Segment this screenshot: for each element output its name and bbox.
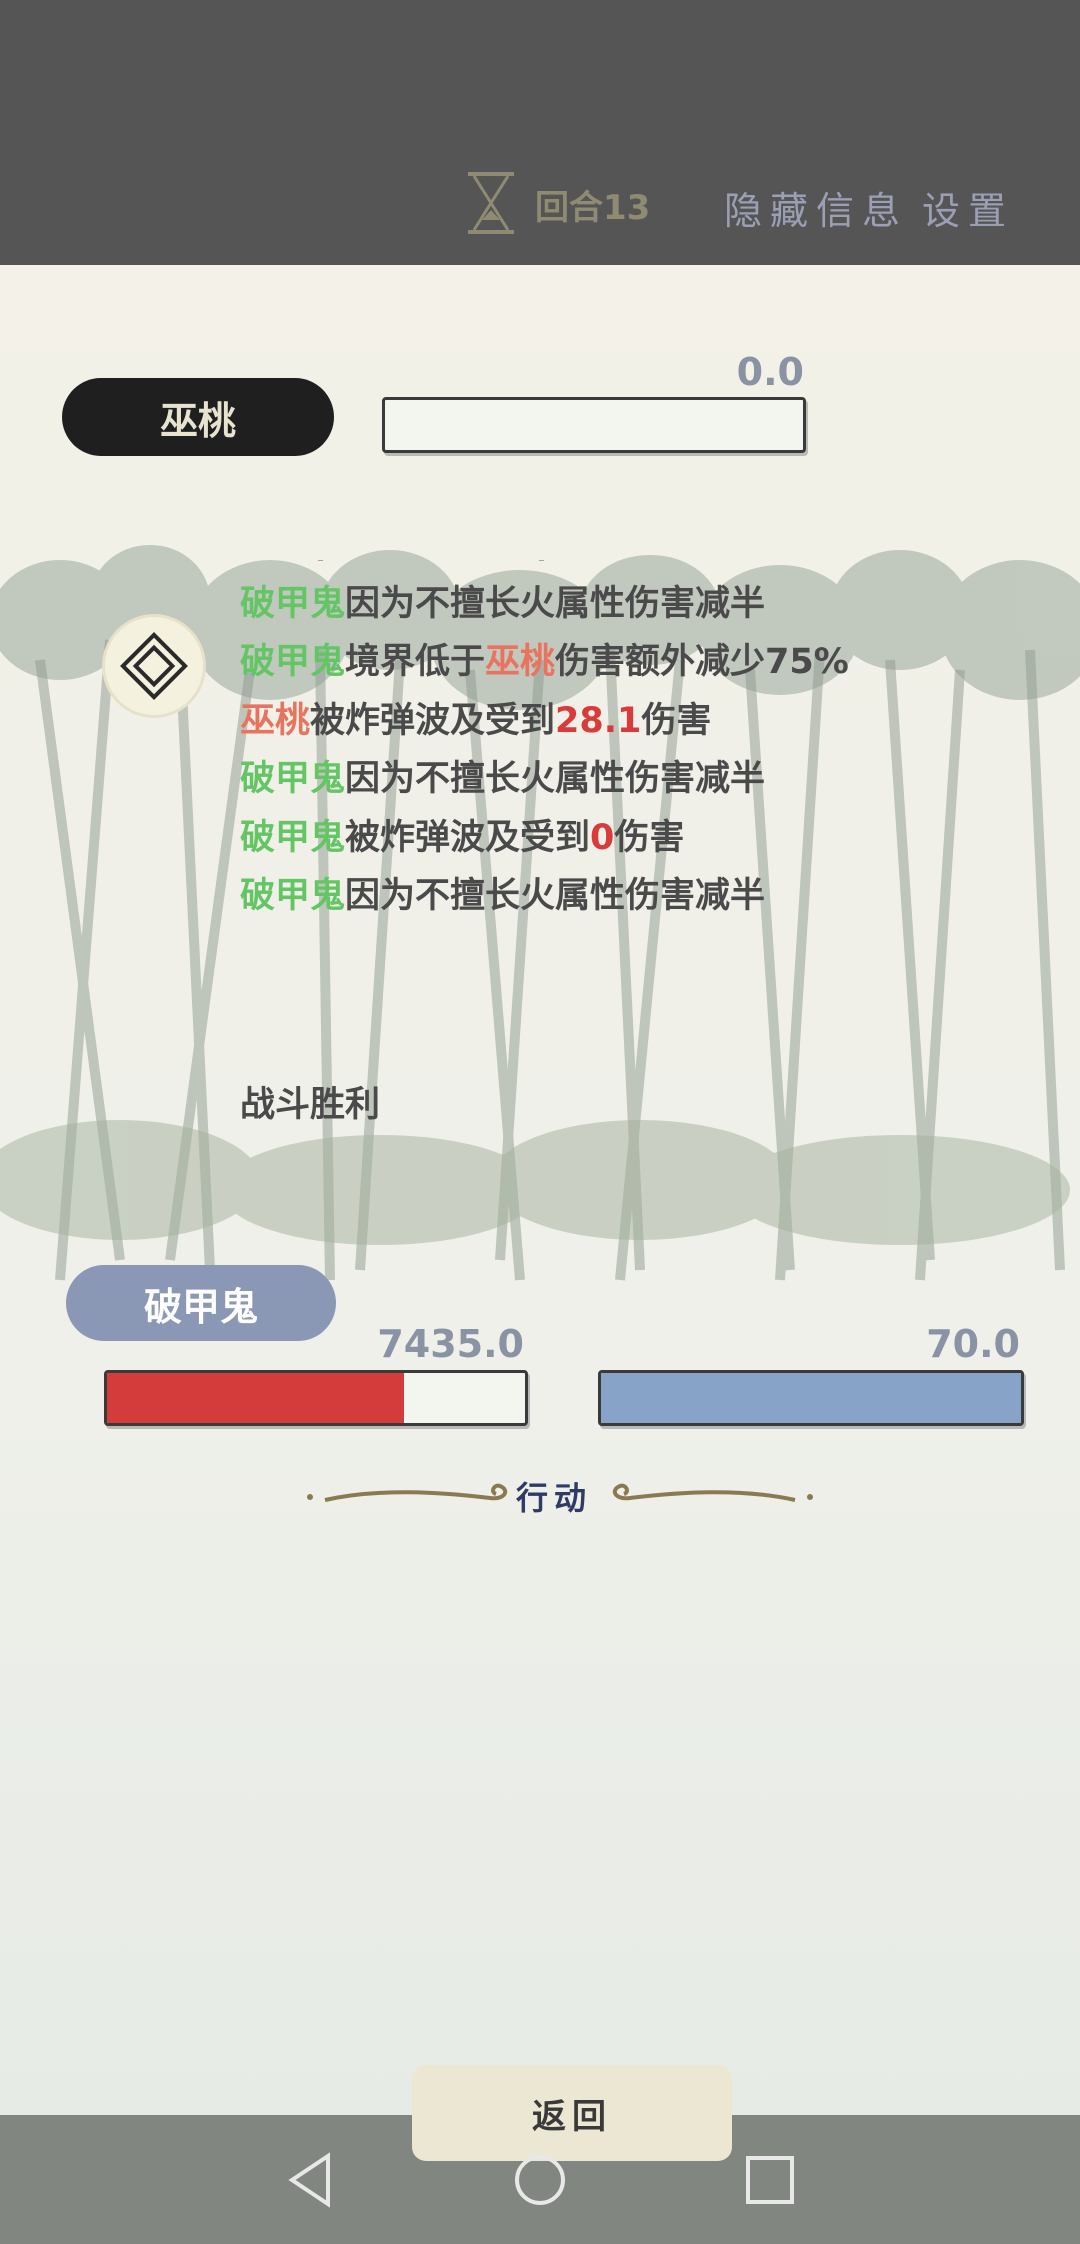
- log-segment: 伤害额外减少75%: [555, 642, 849, 682]
- settings-button[interactable]: 设置: [922, 180, 1014, 235]
- log-line: 破甲鬼因为不擅长火属性伤害减半: [240, 575, 1040, 634]
- log-segment: 境界低于: [345, 642, 486, 682]
- log-segment: 伤害: [641, 700, 712, 741]
- battle-result-text: 战斗胜利: [240, 1085, 381, 1125]
- player-bar-value: 0.0: [736, 350, 804, 394]
- status-bar: [0, 0, 1080, 16]
- log-segment: 巫桃: [240, 700, 311, 741]
- log-segment: 破甲鬼: [240, 876, 346, 916]
- log-line: 破甲鬼因为不擅长火属性伤害减半: [240, 867, 1040, 920]
- enemy-name-badge: 破甲鬼: [66, 1265, 336, 1341]
- battle-log: 伤害(无视障碍防御) 破甲鬼因为不擅长火属性伤害减半破甲鬼境界低于巫桃伤害额外减…: [240, 560, 1040, 920]
- action-label: 行动: [516, 1479, 593, 1517]
- log-segment: 因为不擅长火属性伤害减半: [345, 759, 766, 799]
- diamond-skill-icon[interactable]: [105, 617, 203, 715]
- enemy-second-value: 70.0: [926, 1322, 1020, 1366]
- log-segment: 破甲鬼: [240, 817, 346, 858]
- enemy-hp-bar: [104, 1370, 528, 1426]
- log-segment: 28.1: [555, 700, 642, 741]
- log-segment: 被炸弹波及受到: [345, 817, 591, 858]
- square-recent-icon[interactable]: [730, 2140, 810, 2220]
- log-segment: 因为不擅长火属性伤害减半: [345, 876, 766, 916]
- log-line: 破甲鬼境界低于巫桃伤害额外减少75%: [240, 633, 1040, 692]
- triangle-back-icon[interactable]: [270, 2140, 350, 2220]
- log-segment: 破甲鬼: [240, 759, 346, 799]
- player-name-badge: 巫桃: [62, 378, 334, 456]
- enemy-second-fill: [601, 1373, 1021, 1423]
- enemy-second-bar: [598, 1370, 1024, 1426]
- enemy-hp-value: 7435.0: [377, 1322, 524, 1366]
- log-segment: 伤害: [614, 817, 685, 858]
- log-segment: 被炸弹波及受到: [310, 700, 556, 741]
- log-segment: 巫桃: [485, 642, 556, 682]
- hide-info-button[interactable]: 隐藏信息: [724, 180, 908, 235]
- hourglass-icon: [468, 172, 514, 234]
- log-segment: 破甲鬼: [240, 642, 346, 682]
- log-segment: 破甲鬼: [240, 583, 346, 624]
- log-segment: 因为不擅长火属性伤害减半: [345, 583, 766, 624]
- circle-home-icon[interactable]: [500, 2140, 580, 2220]
- log-line: 破甲鬼被炸弹波及受到0伤害: [240, 809, 1040, 868]
- round-counter: 回合13: [535, 188, 651, 228]
- log-line-partial: 伤害(无视障碍防御): [240, 560, 1040, 575]
- enemy-hp-fill: [107, 1373, 404, 1423]
- log-line: 巫桃被炸弹波及受到28.1伤害: [240, 692, 1040, 751]
- player-bar: [382, 397, 806, 453]
- log-line: 破甲鬼因为不擅长火属性伤害减半: [240, 750, 1040, 809]
- log-segment: 0: [590, 817, 615, 858]
